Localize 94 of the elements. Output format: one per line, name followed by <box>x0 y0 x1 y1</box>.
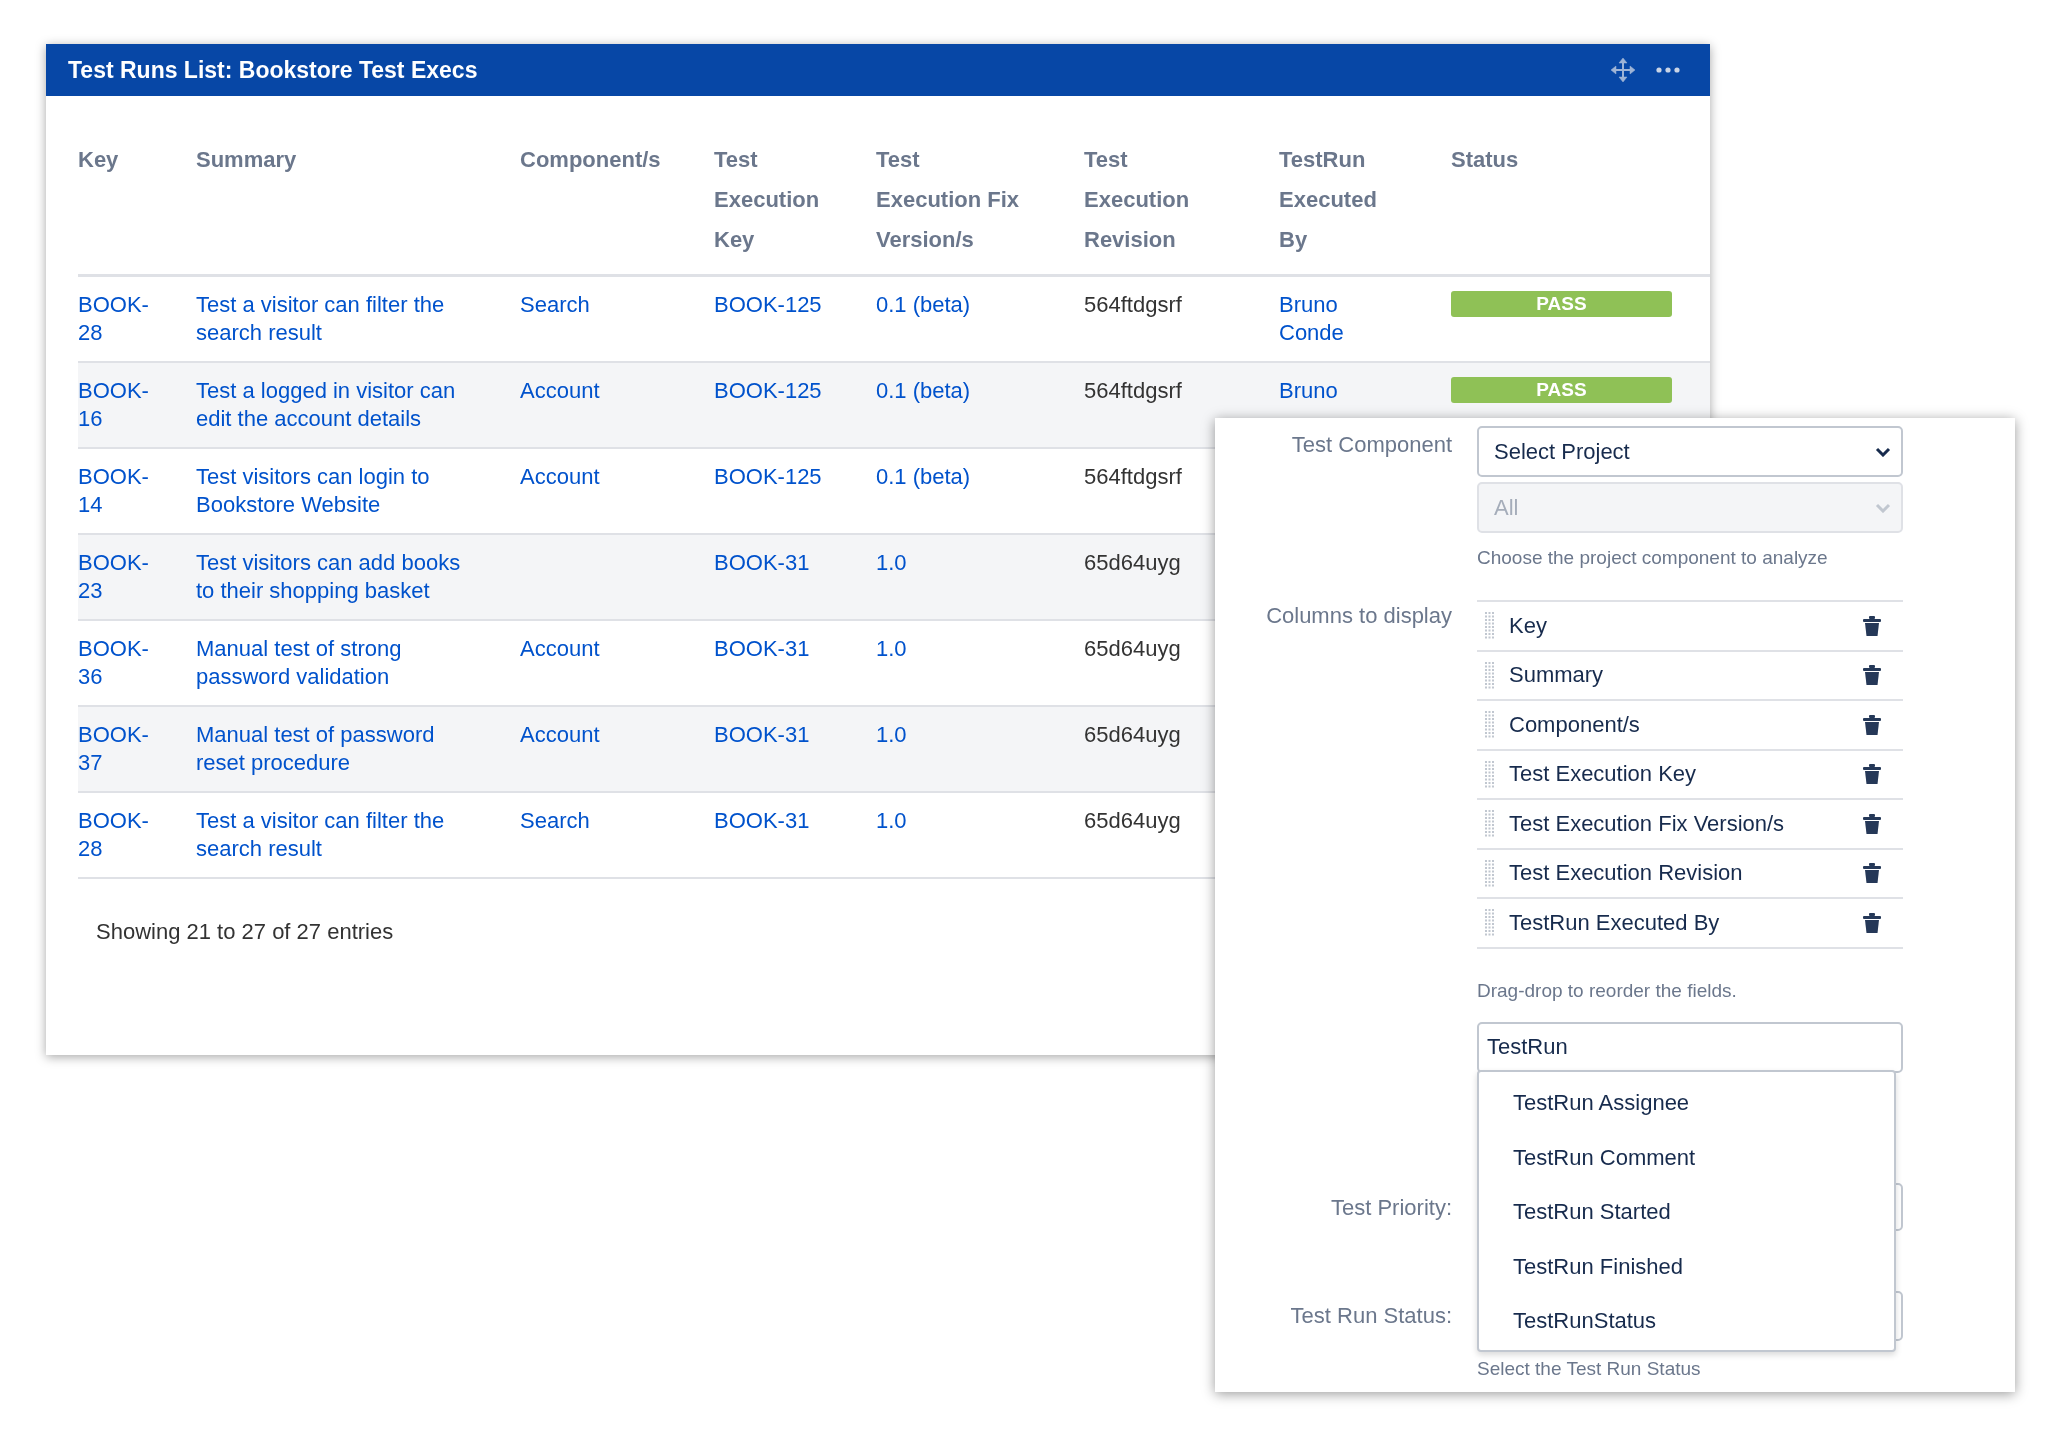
execution-key-link[interactable]: BOOK-31 <box>714 636 810 661</box>
column-header[interactable]: Test Execution Revision <box>1084 140 1234 260</box>
user-link[interactable]: Bruno Conde <box>1279 291 1361 347</box>
help-text: Choose the project component to analyze <box>1477 547 1828 568</box>
summary-link[interactable]: Test visitors can add books to their shopping basket <box>196 549 482 605</box>
issue-key-link[interactable]: BOOK-16 <box>78 377 154 433</box>
table-cell: 65d64uyg <box>1084 808 1181 833</box>
issue-key-link[interactable]: BOOK-36 <box>78 635 154 691</box>
help-text: Select the Test Run Status <box>1477 1357 1701 1379</box>
drag-handle-icon[interactable] <box>1485 810 1495 838</box>
component-link[interactable]: Search <box>520 292 590 317</box>
issue-key-link[interactable]: BOOK-28 <box>78 291 154 347</box>
summary-link[interactable]: Manual test of strong password validation <box>196 635 482 691</box>
drag-handle-icon[interactable] <box>1485 859 1495 887</box>
project-select[interactable]: Select Project <box>1477 426 1903 477</box>
column-list-item[interactable]: Summary <box>1477 651 1903 701</box>
column-list-item[interactable]: Test Execution Revision <box>1477 849 1903 899</box>
trash-icon[interactable] <box>1863 813 1881 834</box>
drag-handle-icon[interactable] <box>1485 909 1495 937</box>
drag-handle-icon[interactable] <box>1485 711 1495 739</box>
column-header[interactable]: Summary <box>196 147 297 172</box>
trash-icon[interactable] <box>1863 912 1881 933</box>
column-header[interactable]: Test Execution Fix Version/s <box>876 140 1026 260</box>
chevron-icon <box>1875 446 1891 457</box>
execution-key-link[interactable]: BOOK-31 <box>714 722 810 747</box>
issue-key-link[interactable]: BOOK-23 <box>78 549 154 605</box>
column-list-item[interactable]: Component/s <box>1477 701 1903 751</box>
trash-icon[interactable] <box>1863 764 1881 785</box>
window-title: Test Runs List: Bookstore Test Execs <box>68 56 479 84</box>
table-cell: 564ftdgsrf <box>1084 464 1182 489</box>
execution-key-link[interactable]: BOOK-125 <box>714 378 822 403</box>
menu-item[interactable]: TestRun Started <box>1479 1185 1894 1240</box>
field-label: Test Component <box>1291 432 1452 457</box>
summary-link[interactable]: Test visitors can login to Bookstore Website <box>196 463 482 519</box>
component-link[interactable]: Account <box>520 636 600 661</box>
status-badge: PASS <box>1451 291 1672 317</box>
trash-icon[interactable] <box>1863 714 1881 735</box>
version-link[interactable]: 1.0 <box>876 550 907 575</box>
chevron-icon <box>1875 502 1891 513</box>
table-cell: 65d64uyg <box>1084 722 1181 747</box>
entries-info: Showing 21 to 27 of 27 entries <box>96 919 394 944</box>
summary-link[interactable]: Test a visitor can filter the search result <box>196 291 482 347</box>
trash-icon[interactable] <box>1863 615 1881 636</box>
column-list-item[interactable]: Test Execution Fix Version/s <box>1477 800 1903 850</box>
menu-item[interactable]: TestRun Finished <box>1479 1239 1894 1294</box>
column-list-item[interactable]: Key <box>1477 602 1903 652</box>
column-header[interactable]: Component/s <box>520 147 661 172</box>
version-link[interactable]: 0.1 (beta) <box>876 378 971 403</box>
column-header[interactable]: TestRun Executed By <box>1279 140 1399 260</box>
menu-item[interactable]: TestRun Comment <box>1479 1130 1894 1185</box>
drag-handle-icon[interactable] <box>1485 661 1495 689</box>
column-list-item[interactable]: Test Execution Key <box>1477 750 1903 800</box>
user-link[interactable]: Bruno <box>1279 377 1361 405</box>
execution-key-link[interactable]: BOOK-31 <box>714 808 810 833</box>
component-link[interactable]: Account <box>520 378 600 403</box>
column-header[interactable]: Test Execution Key <box>714 140 834 260</box>
help-text: Drag-drop to reorder the fields. <box>1477 979 1737 1001</box>
field-label: Columns to display <box>1266 603 1452 628</box>
component-link[interactable]: Search <box>520 808 590 833</box>
drag-handle-icon[interactable] <box>1485 612 1495 640</box>
summary-link[interactable]: Test a visitor can filter the search result <box>196 807 482 863</box>
column-list-item[interactable]: TestRun Executed By <box>1477 899 1903 949</box>
version-link[interactable]: 1.0 <box>876 808 907 833</box>
status-badge: PASS <box>1451 377 1672 403</box>
execution-key-link[interactable]: BOOK-31 <box>714 550 810 575</box>
version-link[interactable]: 0.1 (beta) <box>876 292 971 317</box>
execution-key-link[interactable]: BOOK-125 <box>714 464 822 489</box>
menu-item[interactable]: TestRun Assignee <box>1479 1076 1894 1131</box>
field-label: Test Run Status: <box>1290 1302 1452 1328</box>
trash-icon[interactable] <box>1863 665 1881 686</box>
summary-link[interactable]: Test a logged in visitor can edit the account details <box>196 377 482 433</box>
component-link[interactable]: Account <box>520 722 600 747</box>
menu-item[interactable]: TestRunStatus <box>1479 1294 1894 1349</box>
move-icon[interactable] <box>1610 57 1636 83</box>
issue-key-link[interactable]: BOOK-14 <box>78 463 154 519</box>
issue-key-link[interactable]: BOOK-28 <box>78 807 154 863</box>
version-link[interactable]: 1.0 <box>876 722 907 747</box>
table-cell: 65d64uyg <box>1084 636 1181 661</box>
version-link[interactable]: 0.1 (beta) <box>876 464 971 489</box>
table-cell: 564ftdgsrf <box>1084 292 1182 317</box>
drag-handle-icon[interactable] <box>1485 760 1495 788</box>
summary-link[interactable]: Manual test of password reset procedure <box>196 721 482 777</box>
field-label: Test Priority: <box>1330 1194 1452 1220</box>
more-icon[interactable] <box>1656 67 1680 73</box>
column-search-field[interactable]: TestRun <box>1477 1021 1903 1073</box>
component-link[interactable]: Account <box>520 464 600 489</box>
table-cell: 65d64uyg <box>1084 550 1181 575</box>
issue-key-link[interactable]: BOOK-37 <box>78 721 154 777</box>
table-cell: 564ftdgsrf <box>1084 378 1182 403</box>
column-header[interactable]: Status <box>1451 147 1519 172</box>
execution-key-link[interactable]: BOOK-125 <box>714 292 822 317</box>
trash-icon[interactable] <box>1863 863 1881 884</box>
column-header[interactable]: Key <box>78 147 119 172</box>
version-link[interactable]: 1.0 <box>876 636 907 661</box>
